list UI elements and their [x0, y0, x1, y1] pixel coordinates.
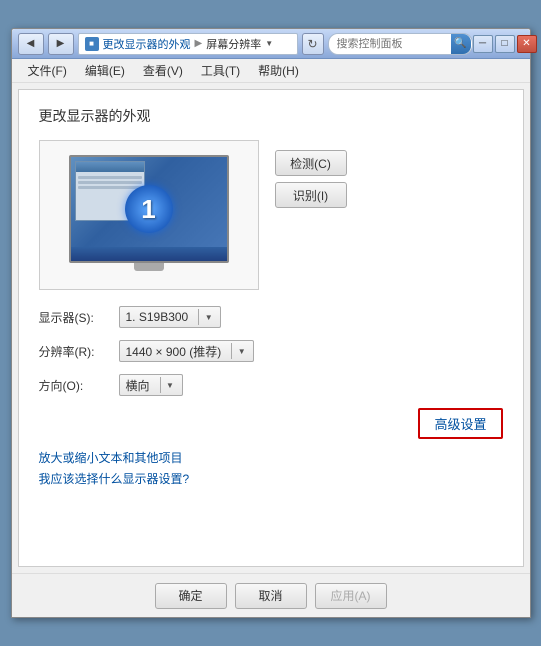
monitor-thumbnail: 1	[69, 155, 229, 275]
display-dropdown[interactable]: 1. S19B300 ▼	[119, 306, 222, 328]
link-text-size[interactable]: 放大或缩小文本和其他项目	[39, 449, 503, 466]
mini-line-2	[78, 181, 142, 184]
orientation-label: 方向(O):	[39, 377, 119, 394]
breadcrumb-sep: ▶	[195, 38, 203, 49]
monitor-screen: 1	[69, 155, 229, 263]
advanced-settings-button[interactable]: 高级设置	[418, 408, 502, 439]
bottom-bar: 确定 取消 应用(A)	[12, 573, 530, 617]
link-section: 放大或缩小文本和其他项目 我应该选择什么显示器设置?	[39, 449, 503, 487]
breadcrumb-display[interactable]: 更改显示器的外观	[103, 36, 191, 52]
restore-button[interactable]: □	[495, 35, 515, 53]
orientation-value: 横向	[126, 377, 150, 394]
orientation-dropdown[interactable]: 横向 ▼	[119, 374, 183, 396]
menu-file[interactable]: 文件(F)	[20, 60, 75, 81]
link-display-settings[interactable]: 我应该选择什么显示器设置?	[39, 470, 503, 487]
resolution-row: 分辨率(R): 1440 × 900 (推荐) ▼	[39, 340, 503, 362]
refresh-button[interactable]: ↻	[302, 33, 324, 55]
page-title: 更改显示器的外观	[39, 106, 503, 126]
resolution-dropdown[interactable]: 1440 × 900 (推荐) ▼	[119, 340, 255, 362]
search-icon[interactable]: 🔍	[451, 34, 471, 54]
detect-button[interactable]: 检测(C)	[275, 150, 347, 176]
orientation-row: 方向(O): 横向 ▼	[39, 374, 503, 396]
display-dropdown-arrow: ▼	[198, 309, 214, 325]
breadcrumb-dropdown-icon[interactable]: ▼	[265, 39, 273, 48]
monitor-action-buttons: 检测(C) 识别(I)	[275, 140, 347, 208]
monitor-stand	[134, 263, 164, 271]
menu-bar: 文件(F) 编辑(E) 查看(V) 工具(T) 帮助(H)	[12, 59, 530, 83]
close-button[interactable]: ✕	[517, 35, 537, 53]
advanced-button-container: 高级设置	[39, 408, 503, 439]
search-input[interactable]	[337, 38, 447, 50]
display-value: 1. S19B300	[126, 310, 189, 324]
resolution-dropdown-arrow: ▼	[231, 343, 247, 359]
monitor-section: 1 检测(C) 识别(I)	[39, 140, 503, 290]
resolution-label: 分辨率(R):	[39, 343, 119, 360]
ok-button[interactable]: 确定	[155, 583, 227, 609]
monitor-number-badge: 1	[125, 185, 173, 233]
minimize-button[interactable]: ─	[473, 35, 493, 53]
cancel-button[interactable]: 取消	[235, 583, 307, 609]
mini-taskbar	[71, 247, 227, 261]
display-label: 显示器(S):	[39, 309, 119, 326]
menu-tools[interactable]: 工具(T)	[193, 60, 248, 81]
breadcrumb: ■ 更改显示器的外观 ▶ 屏幕分辨率 ▼	[78, 33, 298, 55]
mini-line-3	[78, 186, 142, 189]
title-controls: ─ □ ✕	[473, 35, 537, 53]
identify-button[interactable]: 识别(I)	[275, 182, 347, 208]
menu-view[interactable]: 查看(V)	[135, 60, 191, 81]
breadcrumb-resolution: 屏幕分辨率	[206, 36, 261, 52]
content-area: 更改显示器的外观 1	[18, 89, 524, 567]
orientation-dropdown-arrow: ▼	[160, 377, 176, 393]
resolution-value: 1440 × 900 (推荐)	[126, 343, 222, 360]
main-window: ◀ ▶ ■ 更改显示器的外观 ▶ 屏幕分辨率 ▼ ↻ 🔍 ─ □ ✕ 文件(F)…	[11, 28, 531, 618]
menu-edit[interactable]: 编辑(E)	[77, 60, 133, 81]
breadcrumb-icon: ■	[85, 37, 99, 51]
nav-back-button[interactable]: ◀	[18, 33, 44, 55]
apply-button[interactable]: 应用(A)	[315, 583, 387, 609]
mini-line-1	[78, 176, 142, 179]
title-bar-left: ◀ ▶ ■ 更改显示器的外观 ▶ 屏幕分辨率 ▼ ↻ 🔍	[18, 33, 473, 55]
display-row: 显示器(S): 1. S19B300 ▼	[39, 306, 503, 328]
monitor-preview-box: 1	[39, 140, 259, 290]
menu-help[interactable]: 帮助(H)	[250, 60, 307, 81]
search-bar: 🔍	[328, 33, 473, 55]
mini-window-titlebar	[76, 162, 144, 172]
title-bar: ◀ ▶ ■ 更改显示器的外观 ▶ 屏幕分辨率 ▼ ↻ 🔍 ─ □ ✕	[12, 29, 530, 59]
nav-forward-button[interactable]: ▶	[48, 33, 74, 55]
